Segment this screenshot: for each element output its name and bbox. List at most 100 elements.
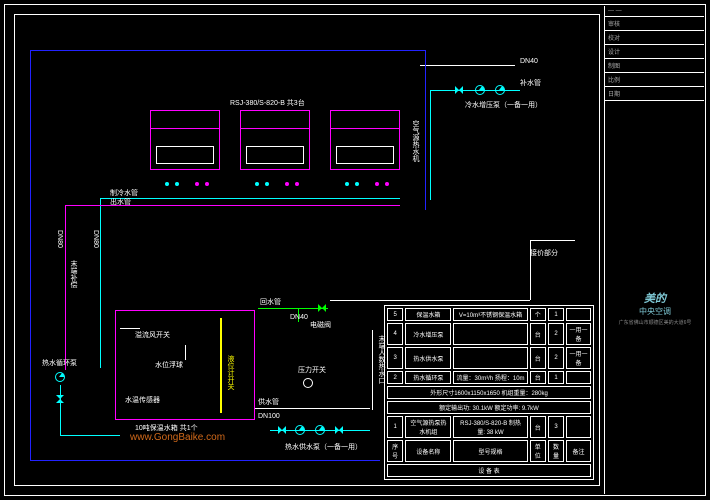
table-row: 4 冷水增压泵 台 2 一用一备 [387, 323, 591, 345]
cell [453, 347, 527, 369]
dn-label: DN100 [258, 413, 280, 420]
cell: 2 [548, 347, 564, 369]
valve-icon [335, 426, 343, 434]
pump-label: 冷水增压泵（一备一用） [465, 100, 542, 110]
header-cell: 备注 [566, 440, 591, 462]
brand-addr: 广东省佛山市顺德区美的大道6号 [610, 319, 700, 326]
supply-riser [65, 205, 66, 370]
cell [566, 308, 591, 321]
pipe-label: 补水管 [520, 78, 541, 88]
pipe-joint [355, 182, 359, 186]
tb-row: 制图 [605, 59, 704, 73]
dn-label: DN80 [92, 230, 99, 248]
level-gauge [220, 318, 222, 413]
pipe-joint [385, 182, 389, 186]
cell: 冷水增压泵 [405, 323, 451, 345]
level-label: 水位浮球 [155, 360, 183, 370]
table-row: 1 空气源热泵热水机组 RSJ-380/S-820-B 制热量: 38 kW 台… [387, 416, 591, 438]
cold-supply-pipe [420, 65, 515, 66]
unit-model-label: RSJ-380/S-820-B 共3台 [230, 98, 305, 108]
cell: 2 [387, 371, 403, 384]
valve-icon [278, 426, 286, 434]
heat-pump-unit-1 [150, 110, 220, 170]
cell: 3 [548, 416, 564, 438]
cell: 台 [530, 347, 546, 369]
header-cell: 数量 [548, 440, 564, 462]
cell: 5 [387, 308, 403, 321]
tb-row: 校对 [605, 31, 704, 45]
supply-pipe [255, 408, 370, 409]
solenoid-valve [318, 304, 326, 312]
boundary-bottom [30, 460, 380, 461]
hot-supply-pump-2 [315, 425, 325, 435]
sensor-label: 水温传感器 [125, 395, 160, 405]
cold-pump-2 [495, 85, 505, 95]
pipe-label: 出水管 [110, 197, 131, 207]
table-title: 设 备 表 [387, 464, 591, 477]
brand-sub: 中央空调 [610, 306, 700, 317]
cell: 流量：30m³/h 扬程：10m [453, 371, 527, 384]
table-row: 3 热水供水泵 台 2 一用一备 [387, 347, 591, 369]
level-float [185, 345, 186, 360]
overflow-sw [120, 328, 140, 329]
cell: 热水供水泵 [405, 347, 451, 369]
valve-icon [455, 86, 463, 94]
cell: 一用一备 [566, 323, 591, 345]
cell: 一用一备 [566, 347, 591, 369]
cell: 额定输出功: 30.1kW 额定功率: 9.7kW [387, 401, 591, 414]
overflow-label: 溢流风开关 [135, 330, 170, 340]
pipe-label: 回水管 [260, 297, 281, 307]
cell [566, 371, 591, 384]
boundary-right-top [425, 50, 426, 210]
cell: 1 [548, 308, 564, 321]
brand-name: 美的 [610, 290, 700, 306]
equipment-table: 5 保温水箱 V=10m³不锈钢保温水箱 个 1 4 冷水增压泵 台 2 一用一… [384, 305, 594, 480]
riser-pipe [372, 330, 373, 410]
table-header-row: 序号 设备名称 型号规格 单位 数量 备注 [387, 440, 591, 462]
hot-circ-pump [55, 372, 65, 382]
header-cell: 单位 [530, 440, 546, 462]
cell: 空气源热泵热水机组 [405, 416, 451, 438]
watermark: www.GongBaike.com [130, 432, 225, 443]
cell: 个 [530, 308, 546, 321]
boundary-top [30, 50, 425, 51]
cell: 4 [387, 323, 403, 345]
long-pipe-ext [530, 240, 575, 241]
dn-label: DN80 [56, 230, 63, 248]
pipe-joint [285, 182, 289, 186]
heat-pump-unit-3 [330, 110, 400, 170]
cell: 1 [387, 416, 403, 438]
cell: 台 [530, 371, 546, 384]
header-cell: 序号 [387, 440, 403, 462]
table-row: 额定输出功: 30.1kW 额定功率: 9.7kW [387, 401, 591, 414]
tb-row: 比例 [605, 73, 704, 87]
cell: V=10m³不锈钢保温水箱 [453, 308, 527, 321]
mrbc-label: 末端补偿 [68, 260, 78, 288]
hot-supply-pump-1 [295, 425, 305, 435]
boundary-left [30, 50, 31, 460]
pipe-joint [375, 182, 379, 186]
title-block: — — 审核 校对 设计 制图 比例 日期 [604, 6, 704, 494]
tb-row: 日期 [605, 87, 704, 101]
dn-label: DN40 [520, 58, 538, 65]
tb-row: 审核 [605, 17, 704, 31]
cell: RSJ-380/S-820-B 制热量: 38 kW [453, 416, 527, 438]
table-row: 2 热水循环泵 流量：30m³/h 扬程：10m 台 1 [387, 371, 591, 384]
header-cell: 设备名称 [405, 440, 451, 462]
cold-drop [430, 90, 431, 200]
circ-pipe [60, 385, 61, 435]
cell [453, 323, 527, 345]
cell: 1 [548, 371, 564, 384]
cell [566, 416, 591, 438]
cell: 2 [548, 323, 564, 345]
company-logo: 美的 中央空调 广东省佛山市顺德区美的大道6号 [610, 290, 700, 326]
cell: 保温水箱 [405, 308, 451, 321]
header-cell: 型号规格 [453, 440, 527, 462]
table-row: 5 保温水箱 V=10m³不锈钢保温水箱 个 1 [387, 308, 591, 321]
pipe-joint [165, 182, 169, 186]
table-row: 外形尺寸1600x1150x1650 机组重量：280kg [387, 386, 591, 399]
tb-row: 设计 [605, 45, 704, 59]
return-header-pipe [100, 198, 400, 199]
valve-icon [56, 395, 64, 403]
pressure-label: 压力开关 [298, 365, 326, 375]
